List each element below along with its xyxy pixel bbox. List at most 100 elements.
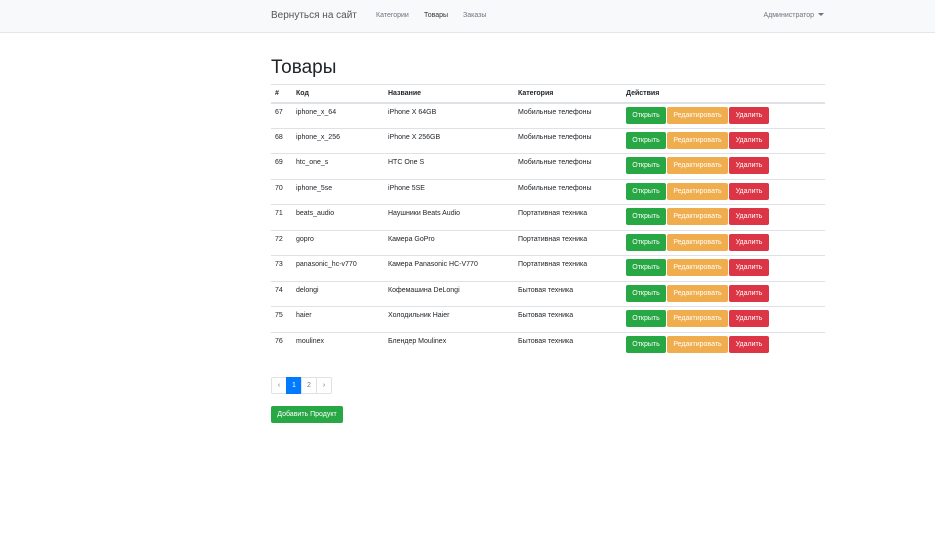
cell-category: Мобильные телефоны bbox=[514, 178, 622, 205]
open-button[interactable]: Открыть bbox=[626, 259, 666, 276]
edit-button[interactable]: Редактировать bbox=[667, 284, 728, 302]
delete-button[interactable]: Удалить bbox=[729, 284, 769, 302]
edit-button[interactable]: Редактировать bbox=[667, 310, 728, 327]
open-button[interactable]: Открыть bbox=[626, 284, 666, 302]
table-row: 74 delongi Кофемашина DeLongi Бытовая техни… bbox=[271, 280, 825, 307]
table-row: 67 iphone_x_64 iPhone X 64GB Мобильные теле… bbox=[271, 102, 825, 128]
admin-dropdown[interactable]: Администратор bbox=[763, 12, 824, 19]
edit-button[interactable]: Редактировать bbox=[667, 208, 728, 225]
edit-button[interactable]: Редактировать bbox=[667, 182, 728, 200]
cell-code: iphone_x_64 bbox=[292, 102, 384, 128]
cell-code: iphone_x_256 bbox=[292, 127, 384, 154]
cell-name: iPhone X 256GB bbox=[384, 127, 514, 154]
table-row: 73 panasonic_hc-v770 Камера Panasonic HC-V… bbox=[271, 255, 825, 281]
column-header-category: Категория bbox=[514, 84, 622, 104]
cell-actions: Открыть Редактировать Удалить bbox=[622, 204, 825, 230]
table-row: 68 iphone_x_256 iPhone X 256GB Мобильные те… bbox=[271, 127, 825, 154]
delete-button[interactable]: Удалить bbox=[729, 131, 769, 149]
edit-button[interactable]: Редактировать bbox=[667, 157, 728, 174]
cell-actions: Открыть Редактировать Удалить bbox=[622, 153, 825, 179]
back-to-site-link[interactable]: Вернуться на сайт bbox=[271, 10, 357, 21]
cell-name: iPhone 5SE bbox=[384, 178, 514, 205]
open-button[interactable]: Открыть bbox=[626, 182, 666, 200]
cell-code: htc_one_s bbox=[292, 153, 384, 179]
cell-code: haier bbox=[292, 306, 384, 332]
cell-actions: Открыть Редактировать Удалить bbox=[622, 306, 825, 332]
cell-code: gopro bbox=[292, 229, 384, 256]
top-navbar: Вернуться на сайт Категории Товары Заказ… bbox=[0, 0, 935, 33]
nav-link-categories[interactable]: Категории bbox=[376, 12, 409, 19]
cell-id: 74 bbox=[271, 280, 292, 307]
column-header-actions: Действия bbox=[622, 84, 825, 104]
delete-button[interactable]: Удалить bbox=[729, 208, 769, 225]
delete-button[interactable]: Удалить bbox=[729, 335, 769, 353]
cell-id: 70 bbox=[271, 178, 292, 205]
open-button[interactable]: Открыть bbox=[626, 208, 666, 225]
delete-button[interactable]: Удалить bbox=[729, 157, 769, 174]
cell-actions: Открыть Редактировать Удалить bbox=[622, 331, 825, 358]
cell-id: 68 bbox=[271, 127, 292, 154]
cell-actions: Открыть Редактировать Удалить bbox=[622, 102, 825, 128]
admin-label: Администратор bbox=[763, 12, 814, 19]
open-button[interactable]: Открыть bbox=[626, 310, 666, 327]
cell-actions: Открыть Редактировать Удалить bbox=[622, 229, 825, 256]
cell-id: 69 bbox=[271, 153, 292, 179]
table-header-row: # Код Название Категория Действия bbox=[271, 84, 825, 104]
cell-name: Кофемашина DeLongi bbox=[384, 280, 514, 307]
edit-button[interactable]: Редактировать bbox=[667, 131, 728, 149]
cell-name: Блендер Moulinex bbox=[384, 331, 514, 358]
cell-actions: Открыть Редактировать Удалить bbox=[622, 127, 825, 154]
cell-code: panasonic_hc-v770 bbox=[292, 255, 384, 281]
delete-button[interactable]: Удалить bbox=[729, 233, 769, 251]
edit-button[interactable]: Редактировать bbox=[667, 259, 728, 276]
delete-button[interactable]: Удалить bbox=[729, 106, 769, 124]
table-row: 71 beats_audio Наушники Beats Audio Портати… bbox=[271, 204, 825, 230]
pagination-page-1[interactable]: 1 bbox=[286, 377, 302, 394]
open-button[interactable]: Открыть bbox=[626, 131, 666, 149]
nav-link-orders[interactable]: Заказы bbox=[463, 12, 486, 19]
caret-down-icon bbox=[818, 13, 824, 16]
cell-category: Портативная техника bbox=[514, 255, 622, 281]
open-button[interactable]: Открыть bbox=[626, 233, 666, 251]
pagination-prev[interactable]: ‹ bbox=[271, 377, 287, 394]
cell-category: Бытовая техника bbox=[514, 306, 622, 332]
cell-actions: Открыть Редактировать Удалить bbox=[622, 255, 825, 281]
cell-code: delongi bbox=[292, 280, 384, 307]
column-header-id: # bbox=[271, 84, 292, 104]
cell-id: 73 bbox=[271, 255, 292, 281]
cell-name: Камера Panasonic HC-V770 bbox=[384, 255, 514, 281]
nav-link-products[interactable]: Товары bbox=[424, 12, 448, 19]
open-button[interactable]: Открыть bbox=[626, 157, 666, 174]
cell-id: 72 bbox=[271, 229, 292, 256]
cell-id: 76 bbox=[271, 331, 292, 358]
add-product-button[interactable]: Добавить Продукт bbox=[271, 406, 343, 423]
delete-button[interactable]: Удалить bbox=[729, 310, 769, 327]
cell-code: iphone_5se bbox=[292, 178, 384, 205]
products-table: # Код Название Категория Действия 67 ipho… bbox=[271, 84, 825, 358]
cell-actions: Открыть Редактировать Удалить bbox=[622, 280, 825, 307]
table-row: 70 iphone_5se iPhone 5SE Мобильные телефоны… bbox=[271, 178, 825, 205]
edit-button[interactable]: Редактировать bbox=[667, 233, 728, 251]
pagination-page-2[interactable]: 2 bbox=[301, 377, 317, 394]
table-row: 72 gopro Камера GoPro Портативная техника От… bbox=[271, 229, 825, 256]
delete-button[interactable]: Удалить bbox=[729, 259, 769, 276]
cell-category: Портативная техника bbox=[514, 229, 622, 256]
cell-name: Камера GoPro bbox=[384, 229, 514, 256]
table-row: 75 haier Холодильник Haier Бытовая техника О… bbox=[271, 306, 825, 332]
cell-category: Портативная техника bbox=[514, 204, 622, 230]
cell-code: beats_audio bbox=[292, 204, 384, 230]
edit-button[interactable]: Редактировать bbox=[667, 335, 728, 353]
edit-button[interactable]: Редактировать bbox=[667, 106, 728, 124]
cell-category: Бытовая техника bbox=[514, 331, 622, 358]
pagination-next[interactable]: › bbox=[316, 377, 332, 394]
cell-name: HTC One S bbox=[384, 153, 514, 179]
delete-button[interactable]: Удалить bbox=[729, 182, 769, 200]
cell-actions: Открыть Редактировать Удалить bbox=[622, 178, 825, 205]
cell-id: 71 bbox=[271, 204, 292, 230]
open-button[interactable]: Открыть bbox=[626, 335, 666, 353]
cell-category: Мобильные телефоны bbox=[514, 102, 622, 128]
column-header-name: Название bbox=[384, 84, 514, 104]
cell-category: Бытовая техника bbox=[514, 280, 622, 307]
table-row: 69 htc_one_s HTC One S Мобильные телефоны От… bbox=[271, 153, 825, 179]
open-button[interactable]: Открыть bbox=[626, 106, 666, 124]
